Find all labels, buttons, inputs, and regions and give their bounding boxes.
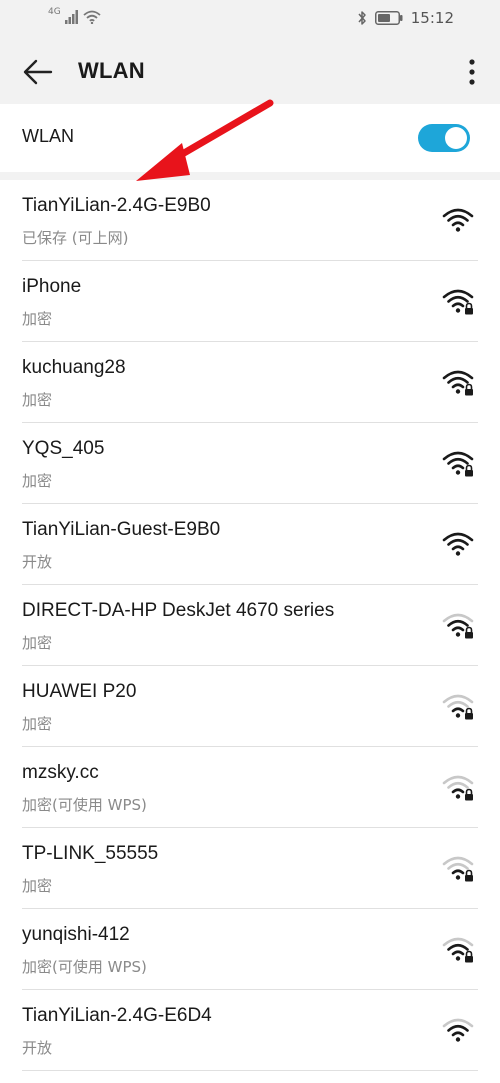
wifi-lock-icon	[442, 370, 474, 396]
status-bar: 4G 15:12	[0, 0, 500, 38]
wifi-status-icon	[83, 10, 101, 24]
network-item[interactable]: YQS_405 加密	[22, 423, 478, 504]
wlan-toggle-row[interactable]: WLAN	[0, 104, 500, 172]
network-status: 加密(可使用 WPS)	[22, 958, 147, 976]
wifi-lock-icon	[442, 775, 474, 801]
network-item[interactable]: kuchuang28 加密	[22, 342, 478, 423]
network-item[interactable]: DIRECT-DA-HP DeskJet 4670 series 加密	[22, 585, 478, 666]
back-button[interactable]	[22, 56, 54, 88]
network-item[interactable]: mzsky.cc 加密(可使用 WPS)	[22, 747, 478, 828]
network-name: YQS_405	[22, 438, 105, 459]
network-type-label: 4G	[48, 7, 61, 17]
battery-icon	[374, 11, 403, 25]
network-status: 开放	[22, 553, 53, 571]
network-name: mzsky.cc	[22, 762, 99, 783]
clock: 15:12	[410, 9, 454, 27]
more-options-button[interactable]	[464, 56, 480, 88]
network-item[interactable]: iPhone 加密	[22, 261, 478, 342]
network-name: iPhone	[22, 276, 82, 297]
wifi-lock-icon	[442, 613, 474, 639]
wifi-lock-icon	[442, 694, 474, 720]
screen: 4G 15:12 WLAN WLAN TianYiLian-2.4G-E9B0 …	[0, 0, 500, 1083]
wifi-icon	[442, 1018, 474, 1042]
network-list: TianYiLian-2.4G-E9B0 已保存 (可上网) iPhone 加密 kuc…	[0, 180, 500, 1083]
network-status: 加密	[22, 715, 53, 733]
more-vert-icon	[469, 59, 475, 85]
bluetooth-icon	[358, 11, 366, 25]
network-name: HUAWEI P20	[22, 681, 137, 702]
top-bar: WLAN	[0, 38, 500, 104]
status-right: 15:12	[357, 9, 454, 27]
network-name: TianYiLian-Guest-E9B0	[22, 519, 221, 540]
network-status: 加密(可使用 WPS)	[22, 796, 147, 814]
network-item[interactable]: TianYiLian-Guest-E9B0 开放	[22, 504, 478, 585]
network-item[interactable]: TianYiLian-2.4G-E9B0 已保存 (可上网)	[22, 180, 478, 261]
wifi-lock-icon	[442, 451, 474, 477]
cellular-signal-icon	[64, 10, 78, 24]
wifi-icon	[442, 532, 474, 556]
wifi-lock-icon	[442, 856, 474, 882]
page-title: WLAN	[78, 58, 145, 83]
wlan-switch[interactable]	[418, 124, 470, 152]
network-item[interactable]: HUAWEI P20 加密	[22, 666, 478, 747]
wifi-icon	[442, 208, 474, 232]
network-item[interactable]: TP-LINK_55555 加密	[22, 828, 478, 909]
network-status: 加密	[22, 877, 53, 895]
network-status: 加密	[22, 472, 53, 490]
wlan-switch-knob	[445, 127, 467, 149]
arrow-left-icon	[23, 59, 53, 85]
status-left: 4G	[48, 7, 101, 24]
wifi-lock-icon	[442, 289, 474, 315]
network-name: kuchuang28	[22, 357, 126, 378]
network-status: 加密	[22, 634, 53, 652]
network-item[interactable]: yunqishi-412 加密(可使用 WPS)	[22, 909, 478, 990]
network-status: 已保存 (可上网)	[22, 229, 129, 247]
network-name: yunqishi-412	[22, 924, 130, 945]
network-name: TP-LINK_55555	[22, 843, 159, 864]
network-name: TianYiLian-2.4G-E6D4	[22, 1005, 212, 1026]
network-name: TianYiLian-2.4G-E9B0	[22, 195, 211, 216]
network-name: DIRECT-DA-HP DeskJet 4670 series	[22, 600, 335, 621]
network-status: 加密	[22, 391, 53, 409]
wifi-lock-icon	[442, 937, 474, 963]
wlan-toggle-label: WLAN	[22, 126, 75, 146]
network-status: 加密	[22, 310, 53, 328]
network-status: 开放	[22, 1039, 53, 1057]
network-item[interactable]: TianYiLian-2.4G-E6D4 开放	[22, 990, 478, 1071]
